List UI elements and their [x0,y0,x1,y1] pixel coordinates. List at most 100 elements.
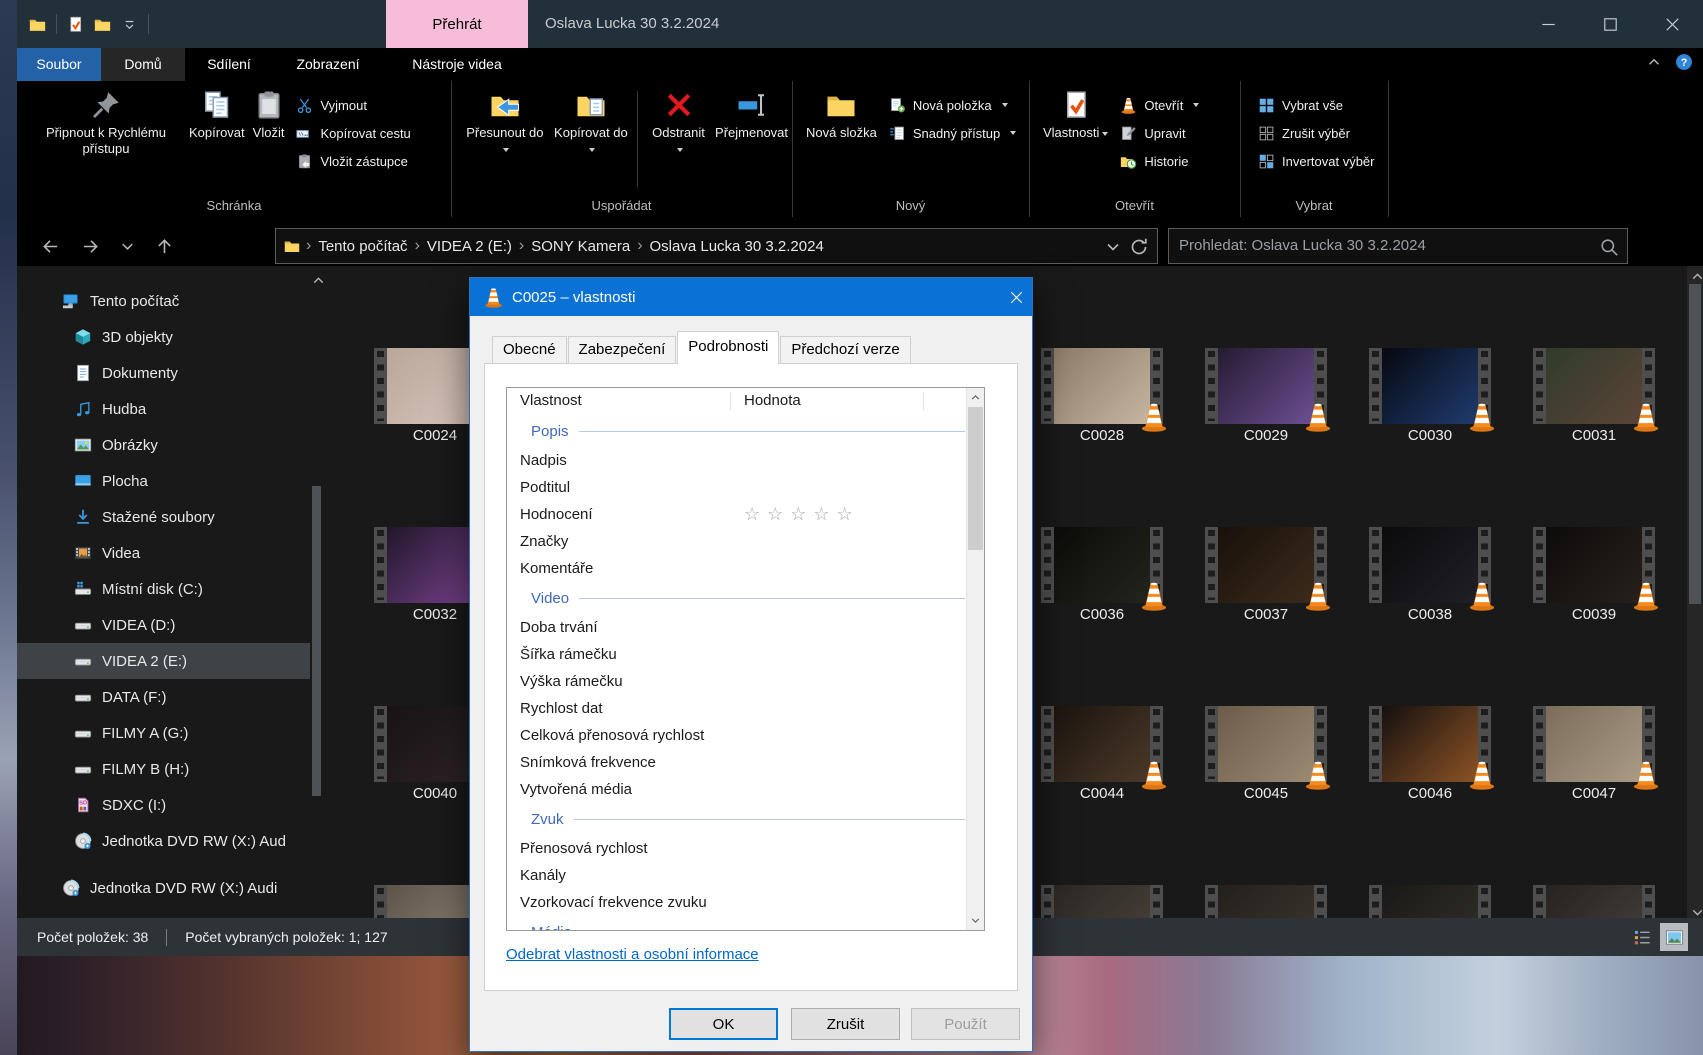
address-dropdown-chevron-icon[interactable] [1103,237,1123,257]
ribbon-button-kopirovat-cestu[interactable]: Kopírovat cestu [296,123,410,143]
property-row-vzorkovaci-frekvence-zvuku[interactable]: Vzorkovací frekvence zvuku [507,889,967,916]
breadcrumb-segment-videa-2-e[interactable]: VIDEA 2 (E:) [420,238,519,255]
sidebar-item-jednotka-dvd-rw-x-aud[interactable]: Jednotka DVD RW (X:) Aud [17,823,310,859]
breadcrumb-segment-sony-kamera[interactable]: SONY Kamera [524,238,637,255]
maximize-button[interactable] [1579,0,1641,48]
dialog-close-button[interactable] [986,278,1032,316]
menu-tab-zobrazeni[interactable]: Zobrazení [274,48,382,81]
sidebar-item-data-f[interactable]: DATA (F:) [17,679,310,715]
sidebar-item-mistni-disk-c[interactable]: Místní disk (C:) [17,571,310,607]
chevron-down-icon[interactable] [967,912,984,929]
video-thumbnail[interactable] [1369,885,1491,918]
column-header-value[interactable]: Hodnota [744,388,801,414]
property-row-rychlost-dat[interactable]: Rychlost dat [507,695,967,722]
video-thumbnail-c0030[interactable] [1369,348,1491,424]
property-row-doba-trvani[interactable]: Doba trvání [507,614,967,641]
property-row-podtitul[interactable]: Podtitul [507,474,967,501]
dialog-tab-zabezpeceni[interactable]: Zabezpečení [568,336,677,364]
dialog-tab-predchozi-verze[interactable]: Předchozí verze [780,336,910,364]
ribbon-button-pripnout-k-rychlemu-pristupu[interactable]: Připnout k Rychlému přístupu [27,85,185,162]
ribbon-button-otevrit[interactable]: Otevřít [1120,95,1199,115]
ribbon-button-vlozit-zastupce[interactable]: Vložit zástupce [296,151,410,171]
property-row-prenosova-rychlost[interactable]: Přenosová rychlost [507,835,967,862]
property-row-snimkova-frekvence[interactable]: Snímková frekvence [507,749,967,776]
property-row-nadpis[interactable]: Nadpis [507,447,967,474]
video-tools-contextual-tab[interactable]: Přehrát [386,0,528,48]
content-scrollbar[interactable] [1687,266,1703,918]
dialog-scrollbar[interactable] [966,388,984,930]
sidebar-item-videa-d[interactable]: VIDEA (D:) [17,607,310,643]
search-box[interactable]: Prohledat: Oslava Lucka 30 3.2.2024 [1168,228,1628,264]
sidebar-scrollbar[interactable] [310,272,322,912]
sidebar-item-videa-2-e[interactable]: VIDEA 2 (E:) [17,643,310,679]
ribbon-button-vyjmout[interactable]: Vyjmout [296,95,410,115]
titlebar[interactable]: Přehrát Oslava Lucka 30 3.2.2024 [17,0,1703,48]
content-scrollbar-thumb[interactable] [1689,284,1701,604]
sidebar-item-jednotka-dvd-rw-x-audi[interactable]: Jednotka DVD RW (X:) Audi [17,870,310,906]
breadcrumb-segment-oslava-lucka-30-3-2-2024[interactable]: Oslava Lucka 30 3.2.2024 [643,238,831,255]
recent-locations-button[interactable] [115,228,139,264]
zrusit-button[interactable]: Zrušit [791,1008,900,1040]
ribbon-button-zrusit-vyber[interactable]: Zrušit výběr [1258,123,1375,143]
video-thumbnail[interactable] [1205,885,1327,918]
sidebar-item-stazene-soubory[interactable]: Stažené soubory [17,499,310,535]
remove-properties-link[interactable]: Odebrat vlastnosti a osobní informace [506,946,759,963]
rating-stars[interactable]: ☆☆☆☆☆ [744,501,860,528]
dialog-tab-obecne[interactable]: Obecné [492,336,567,364]
column-divider[interactable] [730,392,731,410]
property-row-komentare[interactable]: Komentáře [507,555,967,582]
video-thumbnail[interactable] [1041,885,1163,918]
chevron-up-icon[interactable] [967,389,984,406]
sidebar-item-tento-pocitac[interactable]: Tento počítač [17,283,310,319]
property-row-sirka-ramecku[interactable]: Šířka rámečku [507,641,967,668]
video-thumbnail-c0037[interactable] [1205,527,1327,603]
video-thumbnail-c0046[interactable] [1369,706,1491,782]
address-bar[interactable]: ›Tento počítač›VIDEA 2 (E:)›SONY Kamera›… [275,228,1158,264]
ribbon-button-nova-slozka[interactable]: Nová složka [802,85,881,146]
minimize-ribbon-button[interactable] [1645,53,1663,76]
sidebar-item-obrazky[interactable]: Obrázky [17,427,310,463]
ribbon-button-prejmenovat[interactable]: Přejmenovat [711,85,792,146]
help-button[interactable]: ? [1675,53,1693,76]
sidebar-item-hudba[interactable]: Hudba [17,391,310,427]
menu-tab-nastroje-videa[interactable]: Nástroje videa [386,48,528,81]
chevron-up-icon[interactable] [310,272,322,284]
ribbon-button-odstranit[interactable]: Odstranit [646,85,711,162]
refresh-icon[interactable] [1129,237,1149,257]
details-view-toggle[interactable] [1628,923,1656,951]
video-thumbnail-c0029[interactable] [1205,348,1327,424]
dialog-scrollbar-thumb[interactable] [968,407,983,550]
sidebar-item-videa[interactable]: Videa [17,535,310,571]
up-button[interactable] [147,228,181,264]
ribbon-button-snadny-pristup[interactable]: Snadný přístup [889,123,1016,143]
property-row-znacky[interactable]: Značky [507,528,967,555]
ribbon-button-presunout-do[interactable]: Přesunout do [461,85,549,162]
sidebar-item-dokumenty[interactable]: Dokumenty [17,355,310,391]
sidebar-item-3d-objekty[interactable]: 3D objekty [17,319,310,355]
sidebar-scrollbar-thumb[interactable] [312,486,321,796]
video-thumbnail[interactable] [1533,885,1655,918]
ribbon-button-upravit[interactable]: Upravit [1120,123,1199,143]
ribbon-button-invertovat-vyber[interactable]: Invertovat výběr [1258,151,1375,171]
property-row-celkova-prenosova-rychlost[interactable]: Celková přenosová rychlost [507,722,967,749]
forward-button[interactable] [73,228,107,264]
video-thumbnail-c0047[interactable] [1533,706,1655,782]
sidebar-item-sdxc-i[interactable]: SDSDXC (I:) [17,787,310,823]
video-thumbnail-c0036[interactable] [1041,527,1163,603]
property-row-vytvorena-media[interactable]: Vytvořená média [507,776,967,803]
thumbnails-view-toggle[interactable] [1660,923,1688,951]
video-thumbnail-c0039[interactable] [1533,527,1655,603]
sidebar-item-plocha[interactable]: Plocha [17,463,310,499]
column-divider[interactable] [923,392,924,410]
sidebar-item-filmy-b-h[interactable]: FILMY B (H:) [17,751,310,787]
video-thumbnail-c0044[interactable] [1041,706,1163,782]
ribbon-button-nova-polozka[interactable]: Nová položka [889,95,1016,115]
ribbon-button-vlozit[interactable]: Vložit [249,85,289,146]
close-button[interactable] [1641,0,1703,48]
video-thumbnail-c0045[interactable] [1205,706,1327,782]
property-row-hodnoceni[interactable]: Hodnocení☆☆☆☆☆ [507,501,967,528]
sidebar-item-filmy-a-g[interactable]: FILMY A (G:) [17,715,310,751]
menu-tab-sdileni[interactable]: Sdílení [191,48,267,81]
ribbon-button-historie[interactable]: Historie [1120,151,1199,171]
chevron-up-icon[interactable] [1689,268,1701,280]
